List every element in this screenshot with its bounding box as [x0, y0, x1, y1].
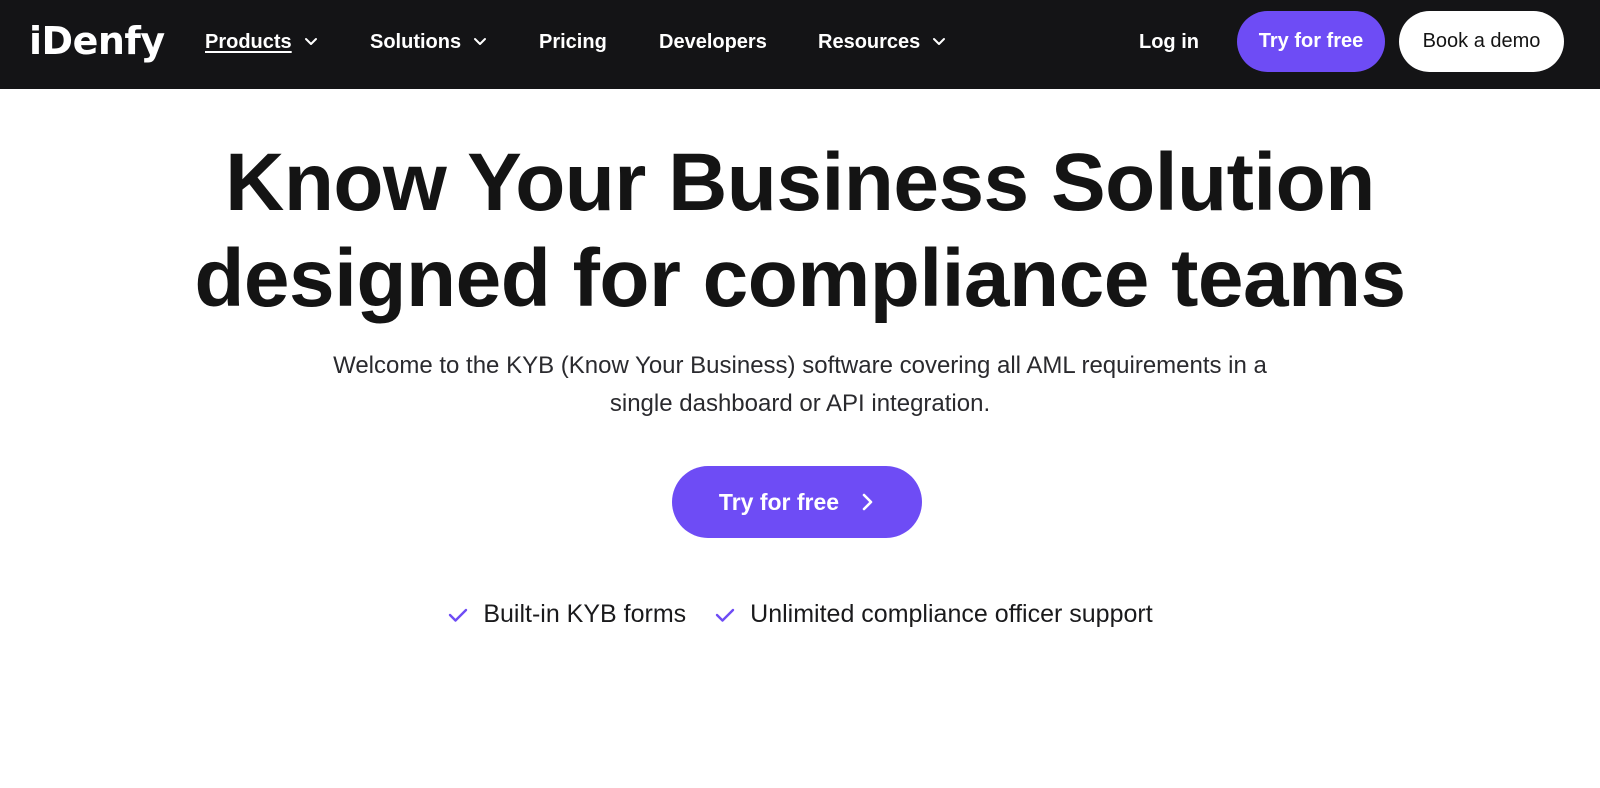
- nav-item-label: Resources: [818, 30, 921, 53]
- idenfy-logo[interactable]: iDenfy: [29, 16, 165, 66]
- nav-item-products[interactable]: Products: [205, 27, 318, 57]
- check-icon: [447, 606, 469, 624]
- try-for-free-button[interactable]: Try for free: [1237, 11, 1385, 72]
- hero-title-line: Know Your Business Solution: [225, 137, 1375, 228]
- hero-subtitle-line: single dashboard or API integration.: [609, 390, 991, 417]
- book-a-demo-button[interactable]: Book a demo: [1399, 11, 1564, 72]
- nav-item-developers[interactable]: Developers: [659, 27, 767, 57]
- hero-subtitle: Welcome to the KYB (Know Your Business) …: [250, 347, 1350, 423]
- feature-item: Unlimited compliance officer support: [714, 600, 1153, 629]
- nav-item-pricing[interactable]: Pricing: [539, 27, 607, 57]
- feature-list: Built-in KYB forms Unlimited compliance …: [0, 600, 1600, 629]
- feature-label: Unlimited compliance officer support: [750, 600, 1153, 628]
- nav-item-label: Solutions: [370, 30, 462, 53]
- nav-item-resources[interactable]: Resources: [818, 27, 946, 57]
- nav-item-solutions[interactable]: Solutions: [370, 27, 487, 57]
- nav-item-label: Pricing: [539, 30, 607, 53]
- nav-item-label: Products: [205, 30, 292, 53]
- chevron-down-icon: [473, 37, 487, 47]
- top-navbar: iDenfy Products Solutions Pricing Develo…: [0, 0, 1600, 89]
- hero-cta-label: Try for free: [718, 488, 840, 515]
- feature-label: Built-in KYB forms: [483, 600, 687, 628]
- login-link[interactable]: Log in: [1139, 27, 1199, 57]
- hero-title: Know Your Business Solution designed for…: [0, 135, 1600, 327]
- feature-item: Built-in KYB forms: [447, 600, 686, 629]
- chevron-down-icon: [304, 37, 318, 47]
- chevron-down-icon: [932, 37, 946, 47]
- check-icon: [714, 606, 736, 624]
- hero-try-for-free-button[interactable]: Try for free: [672, 466, 922, 538]
- hero-subtitle-line: Welcome to the KYB (Know Your Business) …: [333, 352, 1267, 379]
- chevron-right-icon: [861, 492, 875, 512]
- nav-item-label: Developers: [659, 30, 767, 53]
- hero-title-line: designed for compliance teams: [194, 233, 1406, 324]
